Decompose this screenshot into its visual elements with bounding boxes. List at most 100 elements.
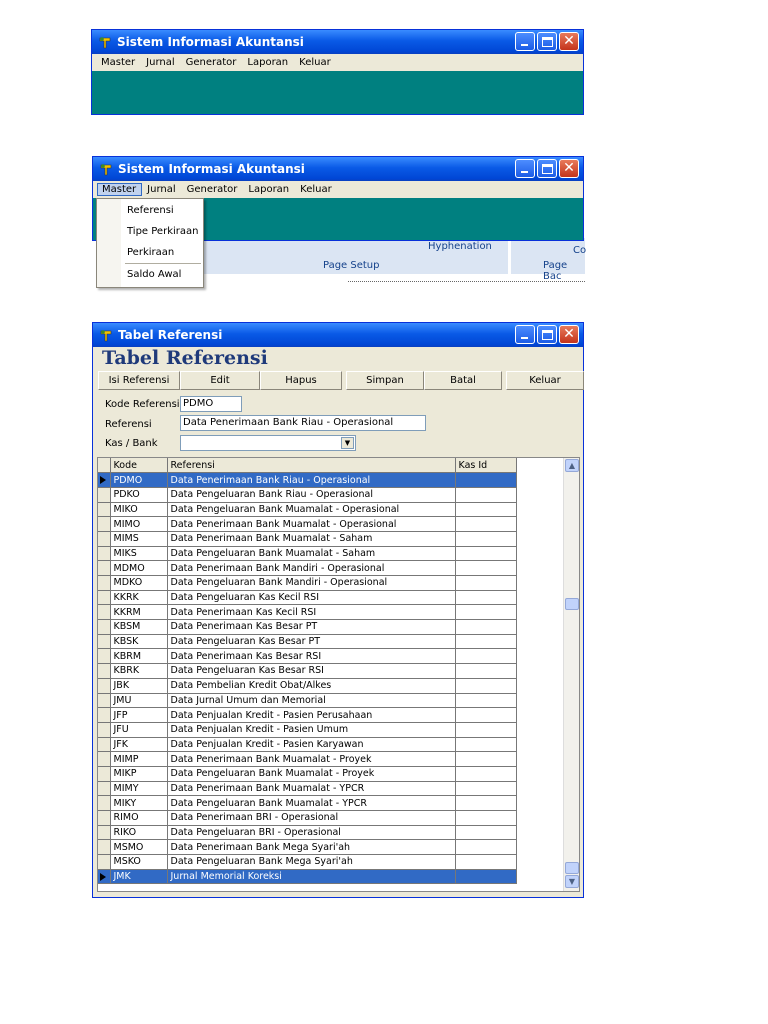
cell-kode[interactable]: MDMO bbox=[110, 560, 168, 576]
menu-generator[interactable]: Generator bbox=[182, 184, 244, 195]
table-row[interactable]: MIKP Data Pengeluaran Bank Muamalat - Pro… bbox=[98, 766, 517, 782]
cell-kas-id[interactable] bbox=[455, 604, 517, 621]
cell-referensi[interactable]: Data Penerimaan Kas Besar RSI bbox=[167, 648, 456, 665]
cell-kas-id[interactable] bbox=[455, 487, 517, 503]
row-selector[interactable] bbox=[98, 707, 111, 723]
maximize-button[interactable] bbox=[537, 159, 557, 178]
row-selector[interactable] bbox=[98, 810, 111, 826]
cell-referensi[interactable]: Data Penjualan Kredit - Pasien Perusahaa… bbox=[167, 707, 456, 723]
cell-referensi[interactable]: Data Penerimaan Bank Riau - Operasional bbox=[167, 472, 456, 488]
cell-kas-id[interactable] bbox=[455, 722, 517, 738]
cell-referensi[interactable]: Data Pengeluaran Bank Muamalat - Proyek bbox=[167, 766, 456, 782]
table-row[interactable]: MIMO Data Penerimaan Bank Muamalat - Oper… bbox=[98, 516, 517, 532]
cell-referensi[interactable]: Data Penerimaan Bank Mega Syari'ah bbox=[167, 839, 456, 856]
cell-referensi[interactable]: Data Penerimaan Bank Muamalat - Saham bbox=[167, 531, 456, 547]
title-bar[interactable]: Sistem Informasi Akuntansi ✕ bbox=[92, 30, 583, 54]
table-row[interactable]: JMK Jurnal Memorial Koreksi bbox=[98, 869, 517, 885]
cell-kode[interactable]: KKRK bbox=[110, 590, 168, 606]
minimize-button[interactable] bbox=[515, 159, 535, 178]
cell-kas-id[interactable] bbox=[455, 560, 517, 576]
cell-kode[interactable]: MIMO bbox=[110, 516, 168, 532]
row-selector[interactable] bbox=[98, 546, 111, 562]
menu-laporan[interactable]: Laporan bbox=[242, 57, 294, 68]
row-selector[interactable] bbox=[98, 722, 111, 738]
table-row[interactable]: MIKS Data Pengeluaran Bank Muamalat - Sah… bbox=[98, 546, 517, 562]
cell-referensi[interactable]: Data Penerimaan Bank Muamalat - Proyek bbox=[167, 751, 456, 767]
menu-item-tipe-perkiraan[interactable]: Tipe Perkiraan bbox=[97, 221, 203, 242]
table-row[interactable]: MIKO Data Pengeluaran Bank Muamalat - Ope… bbox=[98, 502, 517, 518]
menu-item-perkiraan[interactable]: Perkiraan bbox=[97, 242, 203, 263]
referensi-grid[interactable]: Kode Referensi Kas Id PDMO Data Penerimaa… bbox=[97, 457, 580, 892]
cell-kode[interactable]: JFK bbox=[110, 737, 168, 753]
table-row[interactable]: JFK Data Penjualan Kredit - Pasien Karyaw… bbox=[98, 737, 517, 753]
row-selector[interactable] bbox=[98, 693, 111, 709]
title-bar[interactable]: Tabel Referensi ✕ bbox=[93, 323, 583, 347]
table-row[interactable]: KKRK Data Pengeluaran Kas Kecil RSI bbox=[98, 590, 517, 606]
cell-kas-id[interactable] bbox=[455, 707, 517, 723]
row-selector[interactable] bbox=[98, 854, 111, 870]
cell-kode[interactable]: JMU bbox=[110, 693, 168, 709]
vertical-scrollbar[interactable]: ▲ ▼ bbox=[563, 458, 579, 891]
cell-kas-id[interactable] bbox=[455, 751, 517, 767]
cell-referensi[interactable]: Data Pengeluaran Bank Mega Syari'ah bbox=[167, 854, 456, 870]
cell-kas-id[interactable] bbox=[455, 546, 517, 562]
cell-referensi[interactable]: Data Penjualan Kredit - Pasien Umum bbox=[167, 722, 456, 738]
row-selector[interactable] bbox=[98, 839, 111, 856]
cell-kas-id[interactable] bbox=[455, 575, 517, 591]
cell-kas-id[interactable] bbox=[455, 781, 517, 797]
close-button[interactable]: ✕ bbox=[559, 32, 579, 51]
row-selector[interactable] bbox=[98, 560, 111, 576]
table-row[interactable]: JMU Data Jurnal Umum dan Memorial bbox=[98, 693, 517, 709]
cell-kode[interactable]: KBSM bbox=[110, 619, 168, 635]
table-row[interactable]: JFP Data Penjualan Kredit - Pasien Perusa… bbox=[98, 707, 517, 723]
cell-kode[interactable]: JMK bbox=[110, 869, 168, 885]
table-row[interactable]: KBRK Data Pengeluaran Kas Besar RSI bbox=[98, 663, 517, 679]
title-bar[interactable]: Sistem Informasi Akuntansi ✕ bbox=[93, 157, 583, 181]
row-selector[interactable] bbox=[98, 737, 111, 753]
cell-referensi[interactable]: Data Pengeluaran Bank Muamalat - Saham bbox=[167, 546, 456, 562]
menu-item-referensi[interactable]: Referensi bbox=[97, 200, 203, 221]
cell-kode[interactable]: MIKP bbox=[110, 766, 168, 782]
table-row[interactable]: JBK Data Pembelian Kredit Obat/Alkes bbox=[98, 678, 517, 694]
cell-referensi[interactable]: Data Penerimaan Kas Besar PT bbox=[167, 619, 456, 635]
cell-referensi[interactable]: Data Pengeluaran BRI - Operasional bbox=[167, 825, 456, 841]
scroll-down-button[interactable]: ▼ bbox=[565, 875, 579, 888]
cell-kas-id[interactable] bbox=[455, 634, 517, 650]
maximize-button[interactable] bbox=[537, 325, 557, 344]
cell-kode[interactable]: MIKY bbox=[110, 795, 168, 811]
row-selector[interactable] bbox=[98, 619, 111, 635]
table-row[interactable]: MDKO Data Pengeluaran Bank Mandiri - Oper… bbox=[98, 575, 517, 591]
table-row[interactable]: RIKO Data Pengeluaran BRI - Operasional bbox=[98, 825, 517, 841]
cell-kode[interactable]: KBRK bbox=[110, 663, 168, 679]
table-row[interactable]: MIKY Data Pengeluaran Bank Muamalat - YPC… bbox=[98, 795, 517, 811]
column-header-kas-id[interactable]: Kas Id bbox=[455, 458, 517, 474]
row-selector[interactable] bbox=[98, 604, 111, 621]
table-row[interactable]: KBRM Data Penerimaan Kas Besar RSI bbox=[98, 648, 517, 665]
row-selector[interactable] bbox=[98, 825, 111, 841]
kas-bank-select[interactable] bbox=[180, 435, 356, 451]
cell-kas-id[interactable] bbox=[455, 869, 517, 885]
cell-referensi[interactable]: Data Penerimaan BRI - Operasional bbox=[167, 810, 456, 826]
cell-referensi[interactable]: Data Pengeluaran Bank Mandiri - Operasio… bbox=[167, 575, 456, 591]
table-row[interactable]: RIMO Data Penerimaan BRI - Operasional bbox=[98, 810, 517, 826]
cell-kode[interactable]: PDKO bbox=[110, 487, 168, 503]
cell-referensi[interactable]: Data Pengeluaran Bank Muamalat - YPCR bbox=[167, 795, 456, 811]
row-selector[interactable] bbox=[98, 751, 111, 767]
row-selector[interactable] bbox=[98, 634, 111, 650]
cell-referensi[interactable]: Data Pengeluaran Bank Muamalat - Operasi… bbox=[167, 502, 456, 518]
table-row[interactable]: MIMY Data Penerimaan Bank Muamalat - YPCR bbox=[98, 781, 517, 797]
scroll-thumb-end[interactable] bbox=[565, 862, 579, 874]
table-row[interactable]: PDMO Data Penerimaan Bank Riau - Operasio… bbox=[98, 472, 517, 488]
cell-kas-id[interactable] bbox=[455, 663, 517, 679]
cell-kas-id[interactable] bbox=[455, 531, 517, 547]
cell-kas-id[interactable] bbox=[455, 839, 517, 856]
table-row[interactable]: MSMO Data Penerimaan Bank Mega Syari'ah bbox=[98, 839, 517, 856]
table-row[interactable]: MIMS Data Penerimaan Bank Muamalat - Saha… bbox=[98, 531, 517, 547]
row-selector[interactable] bbox=[98, 766, 111, 782]
cell-kas-id[interactable] bbox=[455, 854, 517, 870]
cell-kode[interactable]: MIMS bbox=[110, 531, 168, 547]
row-selector[interactable] bbox=[98, 795, 111, 811]
cell-kode[interactable]: RIKO bbox=[110, 825, 168, 841]
cell-kas-id[interactable] bbox=[455, 502, 517, 518]
kode-referensi-input[interactable]: PDMO bbox=[180, 396, 242, 412]
